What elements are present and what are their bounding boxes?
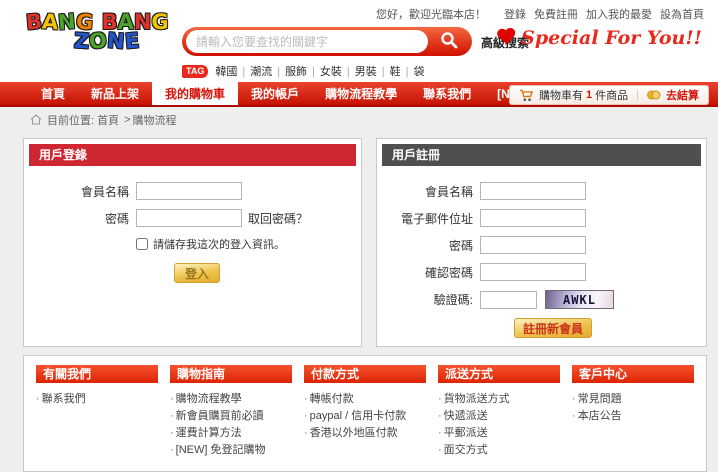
tag-link-women[interactable]: 女裝	[307, 63, 342, 79]
cart-icon	[519, 89, 534, 102]
forgot-password-link[interactable]: 取回密碼？	[248, 210, 308, 227]
login-password-label: 密碼	[24, 210, 129, 227]
breadcrumb: 目前位置: 首頁 > 購物流程	[0, 107, 718, 132]
checkout-link[interactable]: 去結算	[666, 87, 699, 103]
remember-me-checkbox[interactable]	[136, 238, 148, 250]
logo-word-zone: ZONE	[74, 31, 139, 52]
top-header: BANG BANG ZONE 您好，歡迎光臨本店！ 登錄免費註冊加入我的最愛設為首…	[0, 0, 718, 82]
tag-link-shoes[interactable]: 鞋	[377, 63, 401, 79]
remember-me-label: 請儲存我這次的登入資訊。	[153, 236, 285, 252]
tag-link-men[interactable]: 男裝	[342, 63, 377, 79]
login-link[interactable]: 登錄	[504, 9, 526, 21]
cart-count-prefix: 購物車有	[539, 87, 583, 103]
tag-link-trend[interactable]: 潮流	[237, 63, 272, 79]
register-confirm-input[interactable]	[480, 263, 586, 281]
register-submit-button[interactable]: 註冊新會員	[514, 318, 592, 338]
footer-link-delivery-methods[interactable]: 貨物派送方式	[438, 391, 560, 408]
login-password-input[interactable]	[136, 209, 242, 227]
footer-link-shipping-calc[interactable]: 運費計算方法	[170, 425, 292, 442]
footer-col-about: 有關我們 聯系我們	[30, 365, 164, 459]
page: BANG BANG ZONE 您好，歡迎光臨本店！ 登錄免費註冊加入我的最愛設為首…	[0, 0, 718, 451]
nav-home[interactable]: 首頁	[28, 82, 78, 105]
footer-link-bank-transfer[interactable]: 轉帳付款	[304, 391, 426, 408]
register-username-label: 會員名稱	[377, 183, 473, 200]
footer-link-announcements[interactable]: 本店公告	[572, 408, 694, 425]
footer-col-service: 客戶中心 常見問題 本店公告	[566, 365, 700, 459]
cart-status-widget[interactable]: 購物車有 1 件商品 | 去結算	[509, 85, 709, 105]
footer-col-service-title: 客戶中心	[572, 365, 694, 383]
footer-link-express[interactable]: 快遞派送	[438, 408, 560, 425]
tag-link-korea[interactable]: 韓國	[215, 63, 237, 79]
login-panel-title: 用戶登錄	[29, 144, 356, 166]
footer-col-about-title: 有關我們	[36, 365, 158, 383]
tag-link-bags[interactable]: 袋	[401, 63, 425, 79]
cart-divider: |	[636, 89, 639, 101]
login-form: 會員名稱 密碼 取回密碼？ 請儲存我這次的登入資訊。 登入	[24, 171, 361, 283]
nav-new-arrivals[interactable]: 新品上架	[78, 82, 152, 105]
login-submit-button[interactable]: 登入	[174, 263, 220, 283]
login-username-input[interactable]	[136, 182, 242, 200]
search-icon	[439, 30, 459, 50]
footer-col-delivery-title: 派送方式	[438, 365, 560, 383]
register-username-input[interactable]	[480, 182, 586, 200]
footer-link-overseas-payment[interactable]: 香港以外地區付款	[304, 425, 426, 442]
nav-contact-us[interactable]: 聯系我們	[410, 82, 484, 105]
main-nav: 首頁 新品上架 我的購物車 我的帳戶 購物流程教學 聯系我們 [NEW] 免登記…	[0, 82, 718, 107]
register-password-input[interactable]	[480, 236, 586, 254]
nav-my-cart[interactable]: 我的購物車	[152, 82, 238, 105]
nav-my-account[interactable]: 我的帳戶	[238, 82, 312, 105]
captcha-label: 驗證碼:	[377, 291, 473, 308]
site-logo[interactable]: BANG BANG ZONE	[26, 12, 169, 52]
tag-row: TAG 韓國 潮流 服飾 女裝 男裝 鞋 袋	[182, 63, 425, 79]
login-panel: 用戶登錄 會員名稱 密碼 取回密碼？ 請儲存我這次的登入資訊。 登入	[23, 138, 362, 347]
coins-icon	[647, 89, 661, 101]
footer: 有關我們 聯系我們 購物指南 購物流程教學 新會員購買前必讀 運費計算方法 [N…	[23, 355, 707, 472]
search-bar	[182, 27, 472, 56]
favorites-link[interactable]: 加入我的最愛	[586, 9, 652, 21]
register-email-input[interactable]	[480, 209, 586, 227]
cart-count-suffix: 件商品	[595, 87, 628, 103]
tag-badge: TAG	[182, 65, 208, 78]
register-confirm-label: 確認密碼	[377, 264, 473, 281]
captcha-image: AWKL	[545, 290, 614, 309]
slogan-text: Special For You!!	[521, 27, 702, 49]
tag-link-apparel[interactable]: 服飾	[272, 63, 307, 79]
nav-shopping-tutorial[interactable]: 購物流程教學	[312, 82, 410, 105]
breadcrumb-label: 目前位置:	[47, 112, 94, 128]
breadcrumb-separator: >	[124, 114, 130, 126]
register-panel: 用戶註冊 會員名稱 電子郵件位址 密碼 確認密碼	[376, 138, 707, 347]
footer-link-contact[interactable]: 聯系我們	[36, 391, 158, 408]
register-panel-title: 用戶註冊	[382, 144, 701, 166]
login-username-label: 會員名稱	[24, 183, 129, 200]
search-input[interactable]	[186, 30, 428, 53]
register-form: 會員名稱 電子郵件位址 密碼 確認密碼 驗證碼:	[377, 171, 706, 338]
footer-col-guide: 購物指南 購物流程教學 新會員購買前必讀 運費計算方法 [NEW] 免登記購物	[164, 365, 298, 459]
breadcrumb-home-link[interactable]: 首頁	[97, 112, 119, 128]
register-email-label: 電子郵件位址	[377, 210, 473, 227]
footer-link-surface-mail[interactable]: 平郵派送	[438, 425, 560, 442]
search-button[interactable]	[430, 29, 468, 54]
captcha-input[interactable]	[480, 291, 537, 309]
set-homepage-link[interactable]: 設為首頁	[660, 9, 704, 21]
footer-link-paypal[interactable]: paypal / 信用卡付款	[304, 408, 426, 425]
breadcrumb-current: 購物流程	[133, 112, 177, 128]
greeting-text: 您好，歡迎光臨本店！	[376, 9, 486, 21]
footer-link-faq[interactable]: 常見問題	[572, 391, 694, 408]
register-link[interactable]: 免費註冊	[534, 9, 578, 21]
top-utility-bar: 您好，歡迎光臨本店！ 登錄免費註冊加入我的最愛設為首頁	[376, 6, 704, 22]
logo-line-2: ZONE	[74, 31, 169, 52]
footer-col-payment-title: 付款方式	[304, 365, 426, 383]
slogan: Special For You!!	[497, 27, 702, 49]
footer-col-guide-title: 購物指南	[170, 365, 292, 383]
home-icon	[30, 114, 42, 125]
footer-col-delivery: 派送方式 貨物派送方式 快遞派送 平郵派送 面交方式	[432, 365, 566, 459]
register-password-label: 密碼	[377, 237, 473, 254]
heart-icon	[496, 28, 515, 45]
footer-link-newmember-read[interactable]: 新會員購買前必讀	[170, 408, 292, 425]
main-content: 用戶登錄 會員名稱 密碼 取回密碼？ 請儲存我這次的登入資訊。 登入	[0, 132, 718, 347]
footer-col-payment: 付款方式 轉帳付款 paypal / 信用卡付款 香港以外地區付款	[298, 365, 432, 459]
footer-link-tutorial[interactable]: 購物流程教學	[170, 391, 292, 408]
cart-count: 1	[586, 89, 592, 101]
